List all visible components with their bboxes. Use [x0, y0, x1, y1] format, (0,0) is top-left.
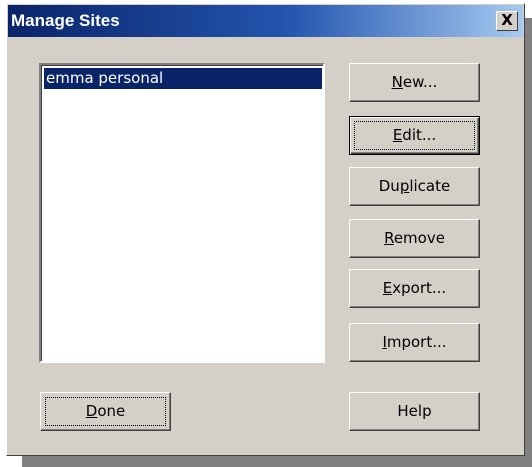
import-button[interactable]: Import...	[349, 323, 480, 362]
export-button[interactable]: Export...	[349, 269, 480, 308]
close-icon: X	[501, 11, 513, 29]
duplicate-label-pre: Du	[378, 177, 400, 195]
duplicate-accel-key: p	[399, 177, 410, 195]
new-label-post: ew...	[402, 73, 438, 91]
duplicate-button[interactable]: Duplicate	[349, 167, 480, 206]
manage-sites-dialog: Manage Sites X emma personal New... Edit…	[6, 3, 525, 456]
window-title: Manage Sites	[11, 11, 120, 30]
remove-label-post: emove	[393, 229, 445, 247]
remove-accel-key: R	[384, 229, 394, 247]
list-item[interactable]: emma personal	[44, 68, 322, 89]
remove-button[interactable]: Remove	[349, 219, 480, 258]
new-button[interactable]: New...	[349, 63, 480, 102]
edit-button[interactable]: Edit...	[349, 116, 480, 155]
help-label: Help	[397, 402, 432, 420]
done-button[interactable]: Done	[40, 392, 171, 431]
new-accel-key: N	[391, 73, 403, 91]
title-bar[interactable]: Manage Sites X	[8, 5, 523, 37]
sites-listbox[interactable]: emma personal	[39, 63, 325, 363]
site-name: emma personal	[46, 69, 164, 87]
import-label-post: mport...	[386, 333, 447, 351]
export-label-post: xport...	[392, 279, 447, 297]
duplicate-label-post: licate	[409, 177, 451, 195]
focus-rectangle	[45, 397, 166, 426]
help-button[interactable]: Help	[349, 392, 480, 431]
focus-rectangle	[354, 121, 475, 150]
export-accel-key: E	[382, 279, 393, 297]
close-button[interactable]: X	[496, 11, 518, 31]
